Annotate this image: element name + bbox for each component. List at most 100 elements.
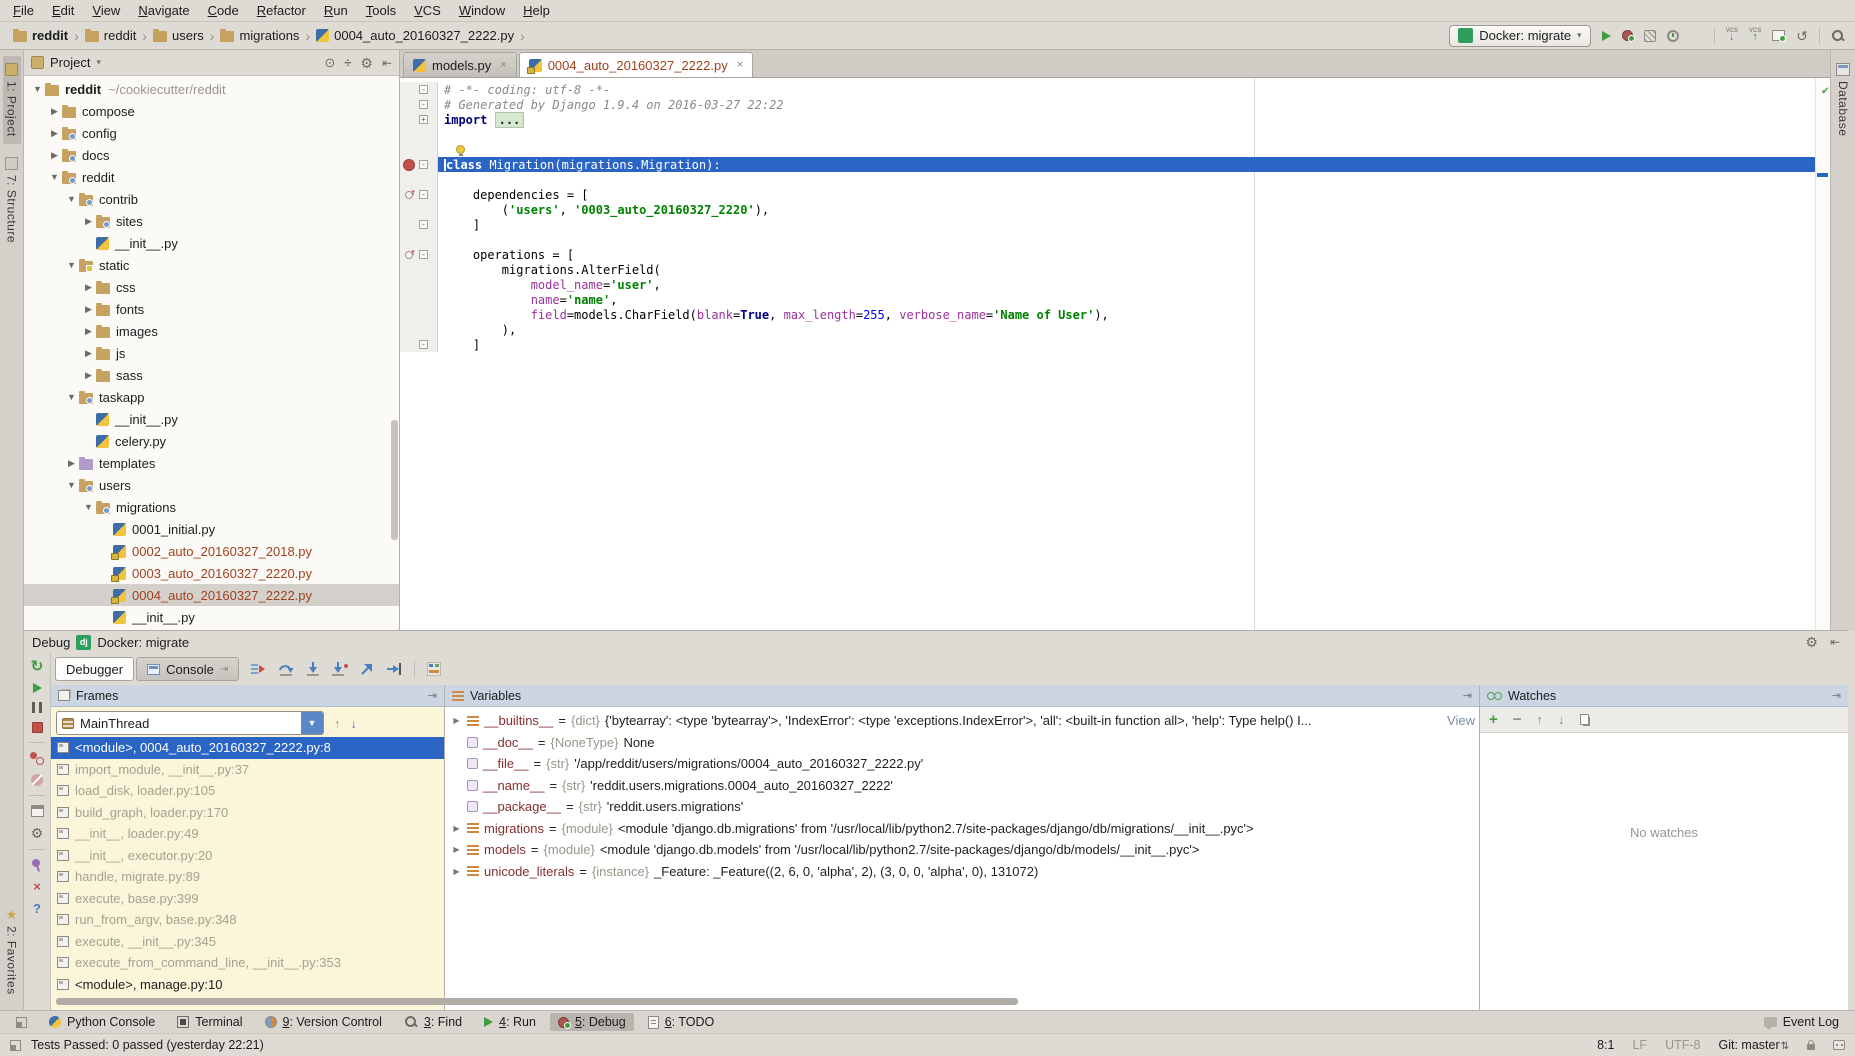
tool-strip-button-7-structure[interactable]: 7: Structure xyxy=(3,150,21,250)
step-over-icon[interactable] xyxy=(278,662,294,676)
code-line[interactable]: ), xyxy=(400,322,1830,337)
toolwindow-button-todo[interactable]: 6: TODO xyxy=(640,1013,723,1031)
tree-item[interactable]: ▼users xyxy=(24,474,399,496)
undo-icon[interactable]: ↺ xyxy=(1796,29,1808,43)
tree-item[interactable]: ▶css xyxy=(24,276,399,298)
menu-item-edit[interactable]: Edit xyxy=(43,0,83,22)
tree-item[interactable]: ▶docs xyxy=(24,144,399,166)
code-line[interactable]: - ] xyxy=(400,217,1830,232)
tree-scrollbar[interactable] xyxy=(391,420,398,540)
tree-item[interactable]: ▶config xyxy=(24,122,399,144)
code-line[interactable]: - ] xyxy=(400,337,1830,352)
stack-frame[interactable]: execute, base.py:399 xyxy=(51,888,444,910)
gutter[interactable] xyxy=(400,277,438,292)
tree-item[interactable]: __init__.py xyxy=(24,408,399,430)
hector-icon[interactable] xyxy=(1833,1040,1845,1050)
tree-item[interactable]: ▼static xyxy=(24,254,399,276)
override-marker-icon[interactable] xyxy=(405,251,413,259)
tree-item[interactable]: ▼contrib xyxy=(24,188,399,210)
variable-row[interactable]: ▶unicode_literals = {instance} _Feature:… xyxy=(445,861,1479,883)
file-encoding[interactable]: UTF-8 xyxy=(1665,1038,1700,1052)
gutter-marker[interactable] xyxy=(400,251,417,259)
run-configuration-selector[interactable]: Docker: migrate▾ xyxy=(1449,25,1590,47)
move-up-icon[interactable]: ↑ xyxy=(1537,713,1544,726)
code-line[interactable]: +import ... xyxy=(400,112,1830,127)
pin-icon[interactable] xyxy=(30,858,40,868)
run-icon[interactable] xyxy=(1602,31,1611,41)
fold-collapse-icon[interactable]: - xyxy=(419,340,428,349)
gutter[interactable] xyxy=(400,292,438,307)
breadcrumb-item[interactable]: migrations xyxy=(217,28,302,43)
menu-item-view[interactable]: View xyxy=(83,0,129,22)
gutter[interactable]: - xyxy=(400,97,438,112)
fold-marker[interactable]: - xyxy=(417,100,430,109)
float-panel-icon[interactable]: ⇥ xyxy=(428,689,437,702)
fold-marker[interactable]: + xyxy=(417,115,430,124)
gutter[interactable]: - xyxy=(400,337,438,352)
tool-strip-button-database[interactable]: Database xyxy=(1834,56,1852,143)
line-ending[interactable]: LF xyxy=(1632,1038,1647,1052)
float-panel-icon[interactable]: ⇥ xyxy=(1832,689,1841,702)
tree-expand-icon[interactable]: ▶ xyxy=(64,458,79,469)
tree-item[interactable]: ▶compose xyxy=(24,100,399,122)
gutter[interactable]: - xyxy=(400,187,438,202)
code-line[interactable]: ('users', '0003_auto_20160327_2220'), xyxy=(400,202,1830,217)
frame-down-icon[interactable]: ↓ xyxy=(351,716,358,731)
show-execution-point-icon[interactable] xyxy=(251,662,266,676)
tree-collapse-icon[interactable]: ▼ xyxy=(47,172,62,182)
tree-expand-icon[interactable]: ▶ xyxy=(81,282,96,293)
float-panel-icon[interactable]: ⇥ xyxy=(1463,689,1472,702)
collapse-all-icon[interactable]: ÷ xyxy=(344,56,351,69)
search-everywhere-icon[interactable] xyxy=(1831,29,1845,43)
variable-expand-icon[interactable]: ▶ xyxy=(451,867,462,876)
code-line[interactable] xyxy=(400,127,1830,142)
menu-item-navigate[interactable]: Navigate xyxy=(129,0,198,22)
tree-item[interactable]: 0001_initial.py xyxy=(24,518,399,540)
variable-row[interactable]: __file__ = {str} '/app/reddit/users/migr… xyxy=(445,753,1479,775)
menu-item-help[interactable]: Help xyxy=(514,0,559,22)
stack-frame[interactable]: __init__, loader.py:49 xyxy=(51,823,444,845)
fold-collapse-icon[interactable]: - xyxy=(419,220,428,229)
breakpoint-icon[interactable] xyxy=(403,159,415,171)
tree-item[interactable]: ▶images xyxy=(24,320,399,342)
stack-frame[interactable]: execute, __init__.py:345 xyxy=(51,931,444,953)
stack-frame[interactable]: <module>, 0004_auto_20160327_2222.py:8 xyxy=(51,737,444,759)
tree-expand-icon[interactable]: ▶ xyxy=(81,326,96,337)
menu-item-refactor[interactable]: Refactor xyxy=(248,0,315,22)
variable-expand-icon[interactable]: ▶ xyxy=(451,845,462,854)
tree-collapse-icon[interactable]: ▼ xyxy=(30,84,45,94)
fold-marker[interactable]: - xyxy=(417,85,430,94)
debug-icon[interactable] xyxy=(1622,30,1633,41)
intention-bulb-icon[interactable] xyxy=(456,145,465,154)
gutter[interactable] xyxy=(400,307,438,322)
stack-frame[interactable]: handle, migrate.py:89 xyxy=(51,866,444,888)
tree-item[interactable]: ▼reddit~/cookiecutter/reddit xyxy=(24,78,399,100)
coverage-icon[interactable] xyxy=(1644,30,1656,42)
tree-expand-icon[interactable]: ▶ xyxy=(47,106,62,117)
breadcrumb-item[interactable]: reddit xyxy=(10,28,71,43)
pause-icon[interactable] xyxy=(32,702,42,713)
gutter-marker[interactable] xyxy=(400,159,417,171)
tree-collapse-icon[interactable]: ▼ xyxy=(64,260,79,270)
step-into-my-code-icon[interactable] xyxy=(332,662,348,676)
breadcrumb-item[interactable]: users xyxy=(150,28,207,43)
show-changes-icon[interactable] xyxy=(1772,30,1785,41)
resume-icon[interactable] xyxy=(33,683,42,693)
gutter[interactable] xyxy=(400,322,438,337)
run-to-cursor-icon[interactable] xyxy=(386,662,402,676)
thread-dropdown-button[interactable]: ▼ xyxy=(301,712,323,734)
toolwindow-button-debug[interactable]: 5: Debug xyxy=(550,1013,634,1031)
tool-strip-button-2-favorites[interactable]: ★2: Favorites xyxy=(3,901,21,1002)
project-panel-title[interactable]: Project xyxy=(50,55,90,70)
code-area[interactable]: -# -*- coding: utf-8 -*--# Generated by … xyxy=(400,78,1830,630)
vcs-commit-icon[interactable]: VCS↑ xyxy=(1749,28,1761,43)
tree-item[interactable]: 0003_auto_20160327_2220.py xyxy=(24,562,399,584)
code-line[interactable]: -# Generated by Django 1.9.4 on 2016-03-… xyxy=(400,97,1830,112)
fold-collapse-icon[interactable]: - xyxy=(419,190,428,199)
code-line[interactable]: -class Migration(migrations.Migration): xyxy=(400,157,1830,172)
stack-frame[interactable]: build_graph, loader.py:170 xyxy=(51,802,444,824)
gutter[interactable]: - xyxy=(400,217,438,232)
gutter[interactable] xyxy=(400,172,438,187)
variable-row[interactable]: __package__ = {str} 'reddit.users.migrat… xyxy=(445,796,1479,818)
gutter[interactable] xyxy=(400,127,438,142)
